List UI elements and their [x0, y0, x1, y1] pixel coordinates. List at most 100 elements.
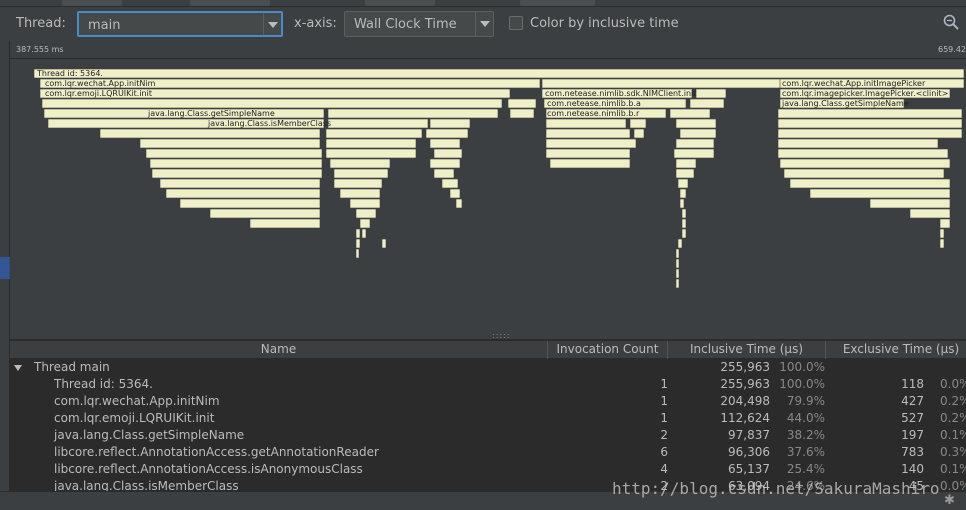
tab-fragment[interactable] — [520, 0, 595, 6]
call-bar[interactable] — [209, 208, 321, 219]
call-bar[interactable] — [675, 158, 697, 169]
call-bar[interactable] — [681, 218, 687, 229]
call-bar[interactable] — [633, 128, 645, 139]
call-bar[interactable] — [629, 118, 647, 129]
call-bar[interactable] — [779, 158, 951, 169]
color-by-inclusive-checkbox[interactable] — [509, 16, 523, 30]
call-bar[interactable] — [179, 198, 321, 209]
call-bar[interactable] — [689, 98, 725, 109]
call-bar[interactable] — [939, 228, 945, 239]
call-bar[interactable] — [695, 88, 727, 99]
call-bar[interactable] — [139, 138, 321, 149]
call-bar[interactable] — [809, 188, 951, 199]
call-bar[interactable] — [455, 198, 463, 209]
call-bar[interactable] — [429, 138, 461, 149]
call-bar[interactable] — [677, 238, 683, 249]
call-bar[interactable] — [361, 228, 367, 239]
call-bar[interactable] — [777, 138, 939, 149]
call-bar[interactable] — [327, 118, 429, 129]
call-bar[interactable] — [41, 98, 503, 109]
call-bar[interactable] — [509, 108, 535, 119]
call-bar[interactable] — [325, 138, 417, 149]
call-bar[interactable] — [325, 148, 417, 159]
call-bar[interactable] — [545, 138, 637, 149]
call-bar[interactable] — [327, 108, 499, 119]
column-header-inclusive-time[interactable]: Inclusive Time (µs) — [668, 341, 826, 359]
call-bar[interactable] — [325, 128, 423, 139]
thread-select[interactable]: main — [77, 11, 283, 37]
call-bar[interactable] — [909, 208, 951, 219]
call-bar[interactable] — [433, 168, 455, 179]
call-bar[interactable] — [151, 168, 323, 179]
call-bar[interactable] — [675, 248, 680, 259]
table-group-row[interactable]: Thread main 255,963 100.0% — [10, 359, 966, 376]
call-bar[interactable] — [669, 108, 711, 119]
call-bar[interactable] — [149, 158, 323, 169]
call-bar[interactable] — [429, 118, 471, 129]
call-bar[interactable] — [33, 68, 965, 79]
call-bar[interactable] — [679, 188, 687, 199]
call-bar[interactable] — [159, 178, 321, 189]
call-bar[interactable] — [249, 218, 321, 229]
table-row[interactable]: libcore.reflect.AnnotationAccess.getAnno… — [10, 444, 966, 461]
tab-fragment[interactable] — [365, 0, 435, 6]
call-bar[interactable] — [425, 128, 469, 139]
call-bar[interactable] — [675, 278, 680, 289]
call-bar[interactable] — [681, 228, 687, 239]
call-bar[interactable] — [777, 108, 963, 119]
call-bar[interactable] — [789, 178, 951, 189]
call-bar[interactable] — [449, 188, 461, 199]
call-bar[interactable] — [433, 148, 463, 159]
splitter-grip-icon[interactable]: ::::: — [492, 332, 509, 340]
call-bar[interactable] — [675, 268, 680, 279]
table-row[interactable]: com.lqr.emoji.LQRUIKit.init 1 112,624 44.0%… — [10, 410, 966, 427]
call-bar[interactable] — [333, 168, 389, 179]
call-bar[interactable] — [675, 138, 715, 149]
call-bar[interactable] — [777, 118, 963, 129]
column-header-exclusive-time[interactable]: Exclusive Time (µs) — [826, 341, 966, 359]
call-stack-bars[interactable]: Thread id: 5364.com.lqr.wechat.App.initN… — [10, 60, 966, 339]
call-bar[interactable] — [777, 128, 963, 139]
call-bar[interactable] — [783, 168, 945, 179]
call-bar[interactable] — [939, 218, 951, 229]
call-bar[interactable] — [441, 178, 459, 189]
call-bar[interactable] — [541, 78, 783, 89]
call-bar[interactable] — [349, 198, 381, 209]
call-bar[interactable] — [679, 198, 685, 209]
tab-fragment[interactable] — [62, 0, 122, 6]
call-bar[interactable] — [545, 118, 627, 129]
column-header-invocation-count[interactable]: Invocation Count — [548, 341, 668, 359]
call-bar[interactable] — [545, 128, 631, 139]
call-bar[interactable] — [355, 228, 361, 239]
tab-fragment[interactable] — [190, 0, 270, 6]
call-bar[interactable] — [329, 158, 391, 169]
call-bar[interactable] — [681, 208, 687, 219]
chevron-down-icon[interactable] — [475, 12, 493, 36]
call-bar[interactable] — [333, 178, 383, 189]
expand-triangle-icon[interactable] — [14, 365, 22, 371]
gear-icon[interactable]: ✱ — [944, 494, 958, 508]
call-bar[interactable] — [99, 128, 321, 139]
call-bar[interactable] — [355, 208, 377, 219]
call-bar[interactable] — [675, 258, 680, 269]
call-bar[interactable] — [429, 158, 461, 169]
call-bar[interactable] — [673, 148, 715, 159]
call-bar[interactable] — [381, 238, 387, 249]
chevron-down-icon[interactable] — [263, 13, 281, 35]
table-row[interactable]: Thread id: 5364. 1 255,963 100.0% 118 0.0% — [10, 376, 966, 393]
call-bar[interactable] — [679, 128, 717, 139]
call-bar[interactable] — [777, 148, 949, 159]
xaxis-select[interactable]: Wall Clock Time — [344, 11, 494, 37]
column-header-name[interactable]: Name — [10, 341, 548, 359]
table-row[interactable]: libcore.reflect.AnnotationAccess.isAnony… — [10, 461, 966, 478]
call-bar[interactable] — [359, 218, 371, 229]
call-bar[interactable] — [677, 178, 689, 189]
call-bar[interactable] — [869, 198, 951, 209]
call-bar[interactable] — [545, 148, 631, 159]
call-bar[interactable] — [339, 188, 381, 199]
call-bar[interactable] — [675, 118, 717, 129]
call-bar[interactable] — [675, 168, 695, 179]
call-bar[interactable] — [355, 248, 360, 259]
table-row[interactable]: java.lang.Class.getSimpleName 2 97,837 38.2… — [10, 427, 966, 444]
call-bar[interactable] — [145, 148, 323, 159]
